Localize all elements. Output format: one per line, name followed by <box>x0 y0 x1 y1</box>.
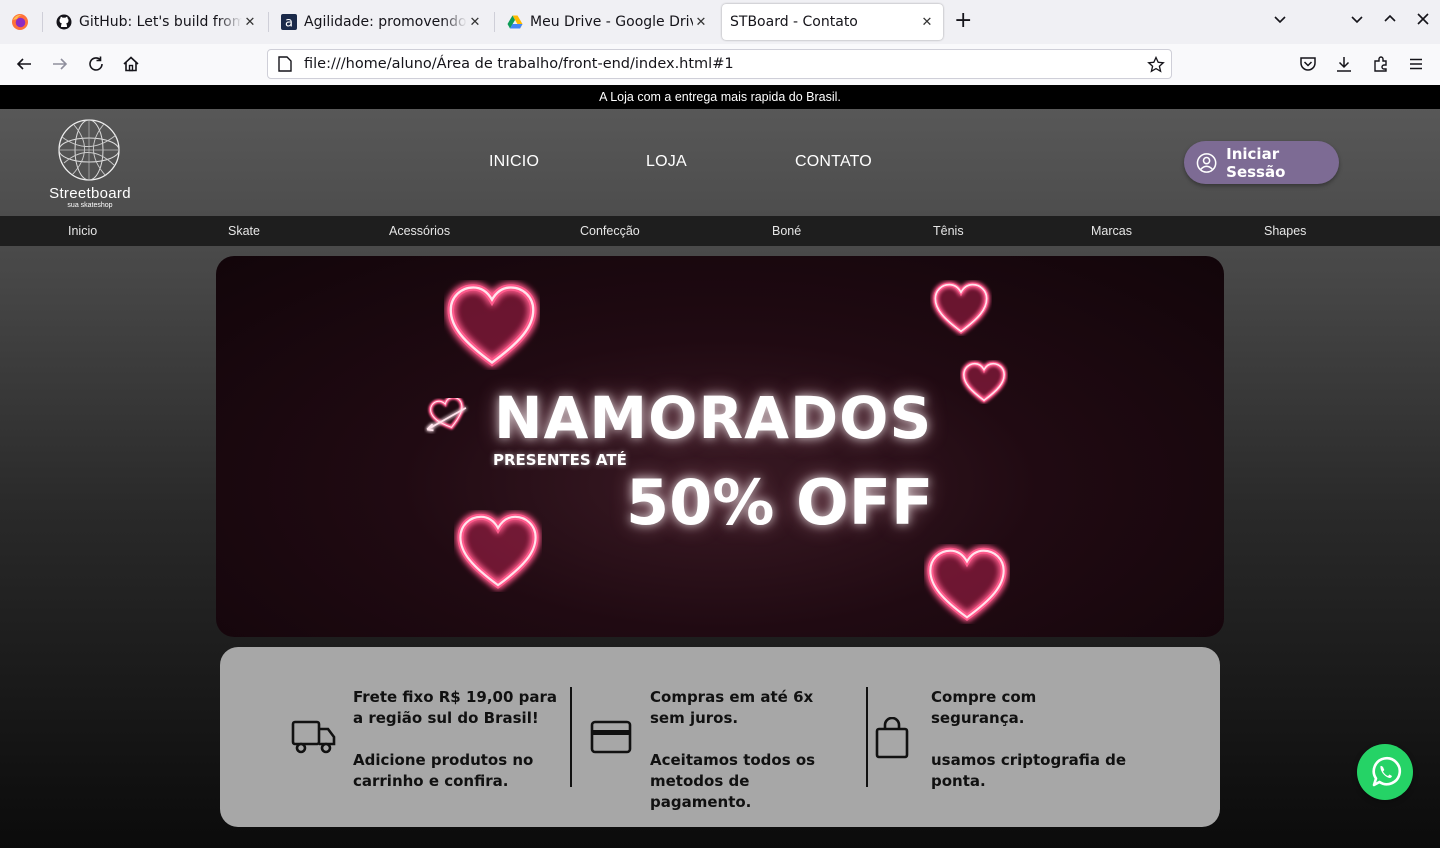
logo-tagline: sua skateshop <box>67 202 113 209</box>
tab-google-drive[interactable]: Meu Drive - Google Drive ✕ <box>495 4 717 40</box>
promo-banner[interactable]: NAMORADOS PRESENTES ATÉ 50% OFF <box>216 256 1224 637</box>
close-icon[interactable]: ✕ <box>693 15 709 30</box>
chevron-up-icon <box>1384 14 1396 22</box>
menu-button[interactable] <box>1406 54 1426 74</box>
category-marcas[interactable]: Marcas <box>1091 224 1132 238</box>
svg-text:a: a <box>285 16 293 31</box>
feature-text: Compras em até 6x sem juros. <box>650 688 814 727</box>
close-icon[interactable]: ✕ <box>467 15 483 30</box>
category-tenis[interactable]: Tênis <box>933 224 964 238</box>
category-bar: Inicio Skate Acessórios Confecção Boné T… <box>0 216 1440 246</box>
category-skate[interactable]: Skate <box>228 224 260 238</box>
window-close-button[interactable] <box>1416 12 1430 30</box>
new-tab-button[interactable]: + <box>954 10 972 32</box>
tab-agilidade[interactable]: a Agilidade: promovendo a transformação … <box>269 4 491 40</box>
logo-name: Streetboard <box>49 185 131 202</box>
feature-payment: Compras em até 6x sem juros. Aceitamos t… <box>650 687 850 813</box>
github-icon <box>56 14 72 30</box>
credit-card-icon <box>590 720 632 754</box>
forward-button[interactable] <box>50 54 70 74</box>
divider <box>570 687 572 787</box>
feature-shipping: Frete fixo R$ 19,00 para a região sul do… <box>353 687 563 792</box>
reload-button[interactable] <box>86 54 106 74</box>
banner-offer: 50% OFF <box>626 466 934 539</box>
user-circle-icon <box>1196 152 1217 173</box>
feature-text: Aceitamos todos os metodos de pagamento. <box>650 751 816 811</box>
maximize-button[interactable] <box>1382 11 1398 31</box>
tab-title: GitHub: Let's build from here <box>79 14 242 30</box>
neon-heart-icon <box>930 280 992 336</box>
benefits-panel: Frete fixo R$ 19,00 para a região sul do… <box>220 647 1220 827</box>
arrow-right-icon <box>53 58 68 70</box>
site-logo[interactable]: Streetboard sua skateshop <box>44 117 136 209</box>
category-bone[interactable]: Boné <box>772 224 801 238</box>
google-drive-icon <box>507 14 523 30</box>
category-inicio[interactable]: Inicio <box>68 224 97 238</box>
neon-heart-icon <box>961 361 1007 403</box>
browser-tab-bar: GitHub: Let's build from here ✕ a Agilid… <box>0 0 1440 44</box>
globe-logo-icon <box>58 119 120 181</box>
close-icon[interactable]: ✕ <box>242 15 258 30</box>
url-bar[interactable]: file:///home/aluno/Área de trabalho/fron… <box>267 49 1172 79</box>
hamburger-menu-icon <box>1410 58 1422 70</box>
neon-heart-icon <box>924 544 1010 624</box>
category-acessorios[interactable]: Acessórios <box>389 224 450 238</box>
chevron-down-icon <box>1274 16 1286 24</box>
close-icon[interactable]: ✕ <box>919 15 935 30</box>
nav-loja[interactable]: LOJA <box>646 153 687 171</box>
shopping-bag-icon <box>875 717 909 759</box>
page-viewport: A Loja com a entrega mais rapida do Bras… <box>0 85 1440 848</box>
pocket-button[interactable] <box>1298 54 1318 74</box>
tab-title: STBoard - Contato <box>730 14 858 30</box>
whatsapp-icon <box>1372 756 1402 787</box>
neon-heart-icon <box>454 510 542 592</box>
url-text: file:///home/aluno/Área de trabalho/fron… <box>304 56 734 72</box>
whatsapp-button[interactable] <box>1357 744 1413 800</box>
chevron-down-icon <box>1351 16 1363 24</box>
a-icon: a <box>281 14 297 30</box>
home-button[interactable] <box>121 54 141 74</box>
back-button[interactable] <box>14 54 34 74</box>
reload-icon <box>89 56 103 71</box>
banner-title: NAMORADOS <box>494 384 933 452</box>
login-label: Iniciar Sessão <box>1226 144 1286 181</box>
home-icon <box>123 56 139 72</box>
announcement-bar: A Loja com a entrega mais rapida do Bras… <box>0 85 1440 109</box>
downloads-button[interactable] <box>1334 54 1354 74</box>
divider <box>866 687 868 787</box>
page-icon <box>278 56 294 72</box>
truck-icon <box>291 720 336 754</box>
feature-text: Compre com segurança. <box>931 688 1037 727</box>
tab-stboard[interactable]: STBoard - Contato ✕ <box>722 4 943 40</box>
browser-nav-bar: file:///home/aluno/Área de trabalho/fron… <box>0 44 1440 86</box>
close-icon <box>1417 13 1429 25</box>
arrow-heart-icon <box>426 398 469 433</box>
feature-text: usamos criptografia de ponta. <box>931 751 1127 790</box>
extensions-button[interactable] <box>1371 54 1391 74</box>
banner-subtitle: PRESENTES ATÉ <box>493 451 627 469</box>
puzzle-icon <box>1374 56 1387 72</box>
bookmark-star-icon[interactable] <box>1147 55 1165 78</box>
category-shapes[interactable]: Shapes <box>1264 224 1306 238</box>
category-confeccao[interactable]: Confecção <box>580 224 640 238</box>
download-icon <box>1337 57 1351 72</box>
pocket-icon <box>1300 57 1316 71</box>
nav-contato[interactable]: CONTATO <box>795 153 872 171</box>
neon-heart-icon <box>444 280 540 370</box>
feature-text: Adicione produtos no carrinho e confira. <box>353 751 534 790</box>
feature-text: Frete fixo R$ 19,00 para a região sul do… <box>353 688 558 727</box>
tab-title: Agilidade: promovendo a transformação <box>304 14 467 30</box>
login-button[interactable]: Iniciar Sessão <box>1184 141 1339 184</box>
firefox-icon[interactable] <box>11 13 29 31</box>
arrow-left-icon <box>16 58 31 70</box>
feature-security: Compre com segurança. usamos criptografi… <box>931 687 1131 792</box>
minimize-button[interactable] <box>1349 11 1365 31</box>
tab-title: Meu Drive - Google Drive <box>530 14 693 30</box>
tab-github[interactable]: GitHub: Let's build from here ✕ <box>44 4 266 40</box>
tab-list-button[interactable] <box>1272 11 1288 31</box>
nav-inicio[interactable]: INICIO <box>489 153 539 171</box>
site-header: Streetboard sua skateshop INICIO LOJA CO… <box>0 109 1440 216</box>
